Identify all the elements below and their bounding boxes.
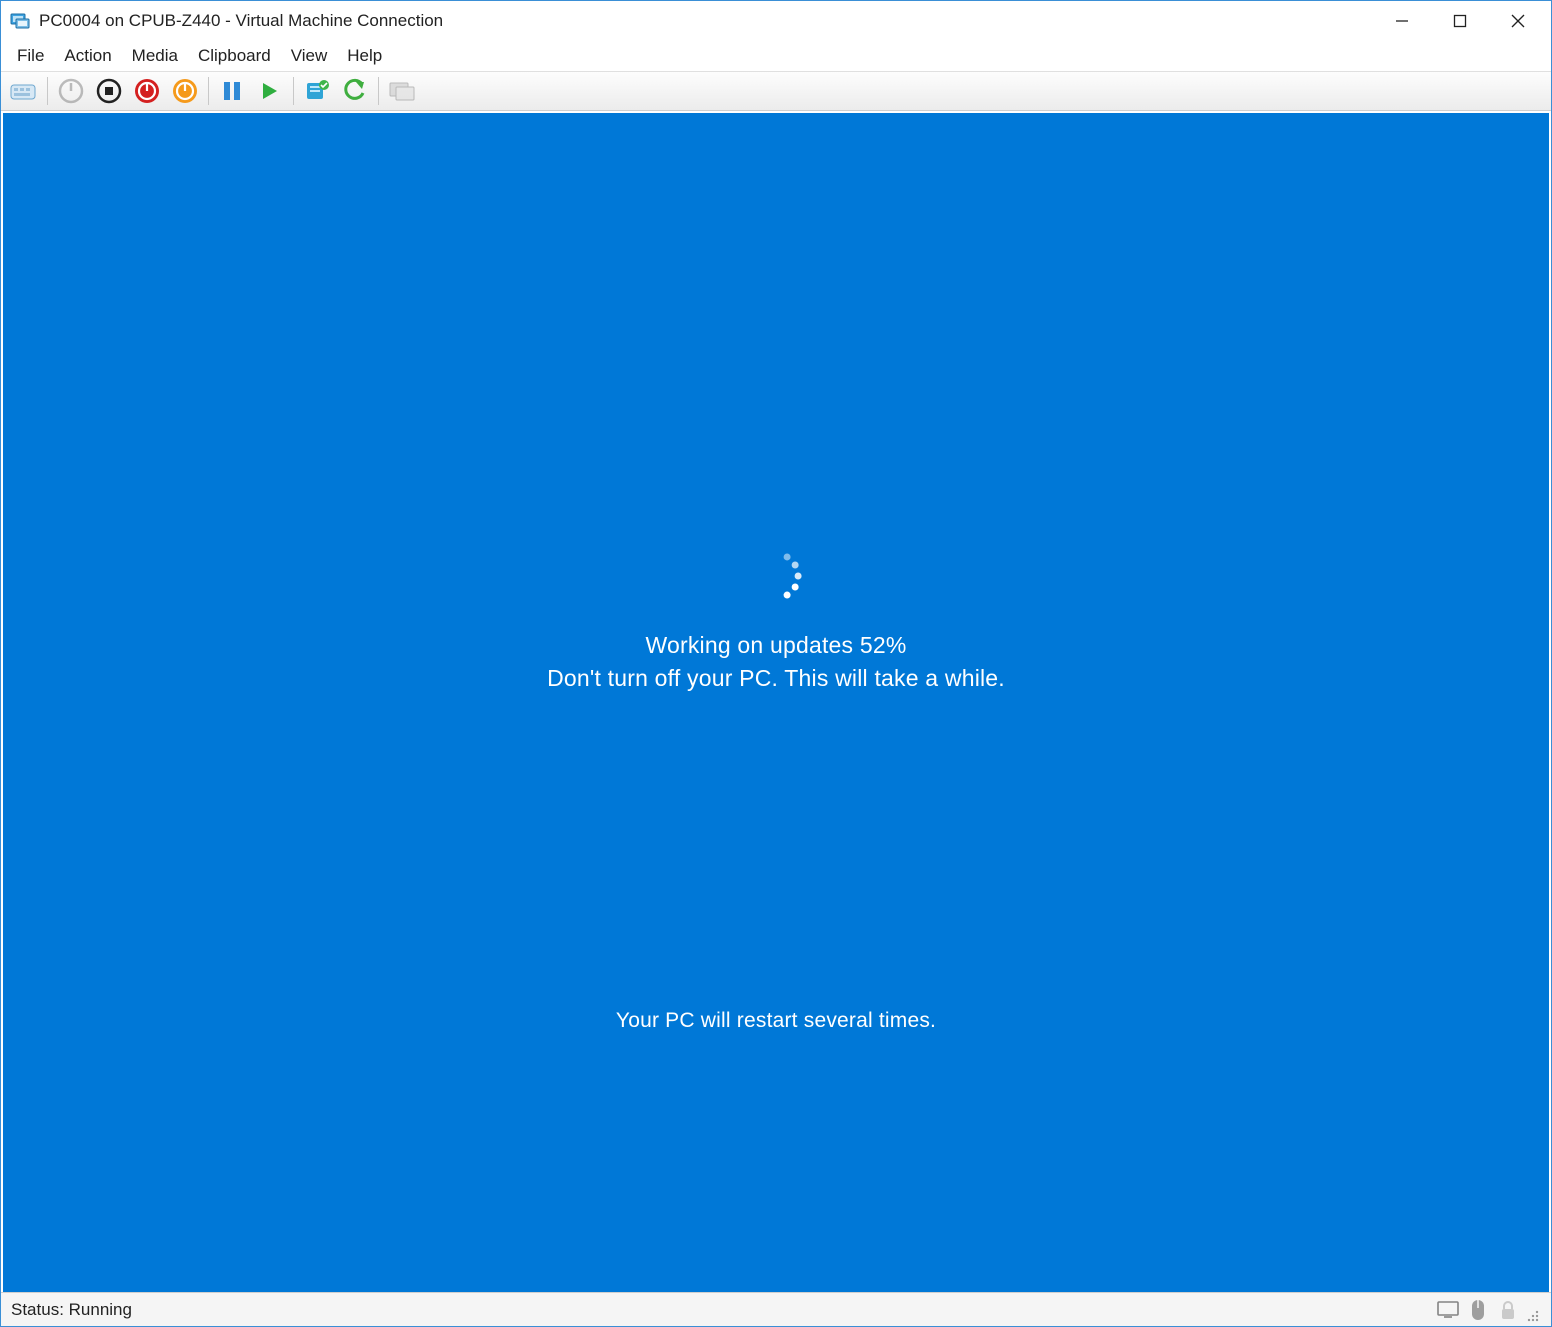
window-controls bbox=[1373, 1, 1547, 41]
update-restart-text: Your PC will restart several times. bbox=[616, 1009, 936, 1033]
menu-help[interactable]: Help bbox=[337, 44, 392, 68]
maximize-button[interactable] bbox=[1431, 1, 1489, 41]
pause-button[interactable] bbox=[215, 74, 249, 108]
update-warning-text: Don't turn off your PC. This will take a… bbox=[547, 665, 1005, 692]
vm-connection-window: PC0004 on CPUB-Z440 - Virtual Machine Co… bbox=[0, 0, 1552, 1327]
guest-viewport-frame: Working on updates 52% Don't turn off yo… bbox=[1, 111, 1551, 1292]
turn-off-button[interactable] bbox=[92, 74, 126, 108]
enhanced-session-button[interactable] bbox=[385, 74, 419, 108]
close-button[interactable] bbox=[1489, 1, 1547, 41]
titlebar[interactable]: PC0004 on CPUB-Z440 - Virtual Machine Co… bbox=[1, 1, 1551, 41]
toolbar-separator bbox=[293, 77, 294, 105]
update-message-block: Working on updates 52% Don't turn off yo… bbox=[547, 548, 1005, 692]
start-button[interactable] bbox=[54, 74, 88, 108]
spinner-icon bbox=[748, 548, 804, 604]
guest-screen[interactable]: Working on updates 52% Don't turn off yo… bbox=[3, 113, 1549, 1292]
menu-media[interactable]: Media bbox=[122, 44, 188, 68]
toolbar bbox=[1, 71, 1551, 111]
minimize-button[interactable] bbox=[1373, 1, 1431, 41]
menu-file[interactable]: File bbox=[7, 44, 54, 68]
status-text: Status: Running bbox=[11, 1300, 132, 1320]
shutdown-button[interactable] bbox=[130, 74, 164, 108]
update-percent: 52% bbox=[860, 632, 907, 658]
menubar: File Action Media Clipboard View Help bbox=[1, 41, 1551, 71]
toolbar-separator bbox=[47, 77, 48, 105]
resize-grip[interactable] bbox=[1525, 1308, 1541, 1324]
app-icon bbox=[9, 10, 31, 32]
toolbar-separator bbox=[378, 77, 379, 105]
window-title: PC0004 on CPUB-Z440 - Virtual Machine Co… bbox=[39, 11, 443, 31]
mouse-icon bbox=[1467, 1299, 1489, 1321]
ctrl-alt-del-button[interactable] bbox=[7, 74, 41, 108]
reset-button[interactable] bbox=[253, 74, 287, 108]
menu-action[interactable]: Action bbox=[54, 44, 121, 68]
update-prefix: Working on updates bbox=[646, 632, 860, 658]
status-icons bbox=[1437, 1299, 1519, 1321]
display-icon bbox=[1437, 1299, 1459, 1321]
toolbar-separator bbox=[208, 77, 209, 105]
menu-clipboard[interactable]: Clipboard bbox=[188, 44, 281, 68]
update-progress-text: Working on updates 52% bbox=[547, 632, 1005, 659]
save-button[interactable] bbox=[168, 74, 202, 108]
statusbar: Status: Running bbox=[1, 1292, 1551, 1326]
checkpoint-button[interactable] bbox=[300, 74, 334, 108]
menu-view[interactable]: View bbox=[281, 44, 338, 68]
lock-icon bbox=[1497, 1299, 1519, 1321]
revert-button[interactable] bbox=[338, 74, 372, 108]
